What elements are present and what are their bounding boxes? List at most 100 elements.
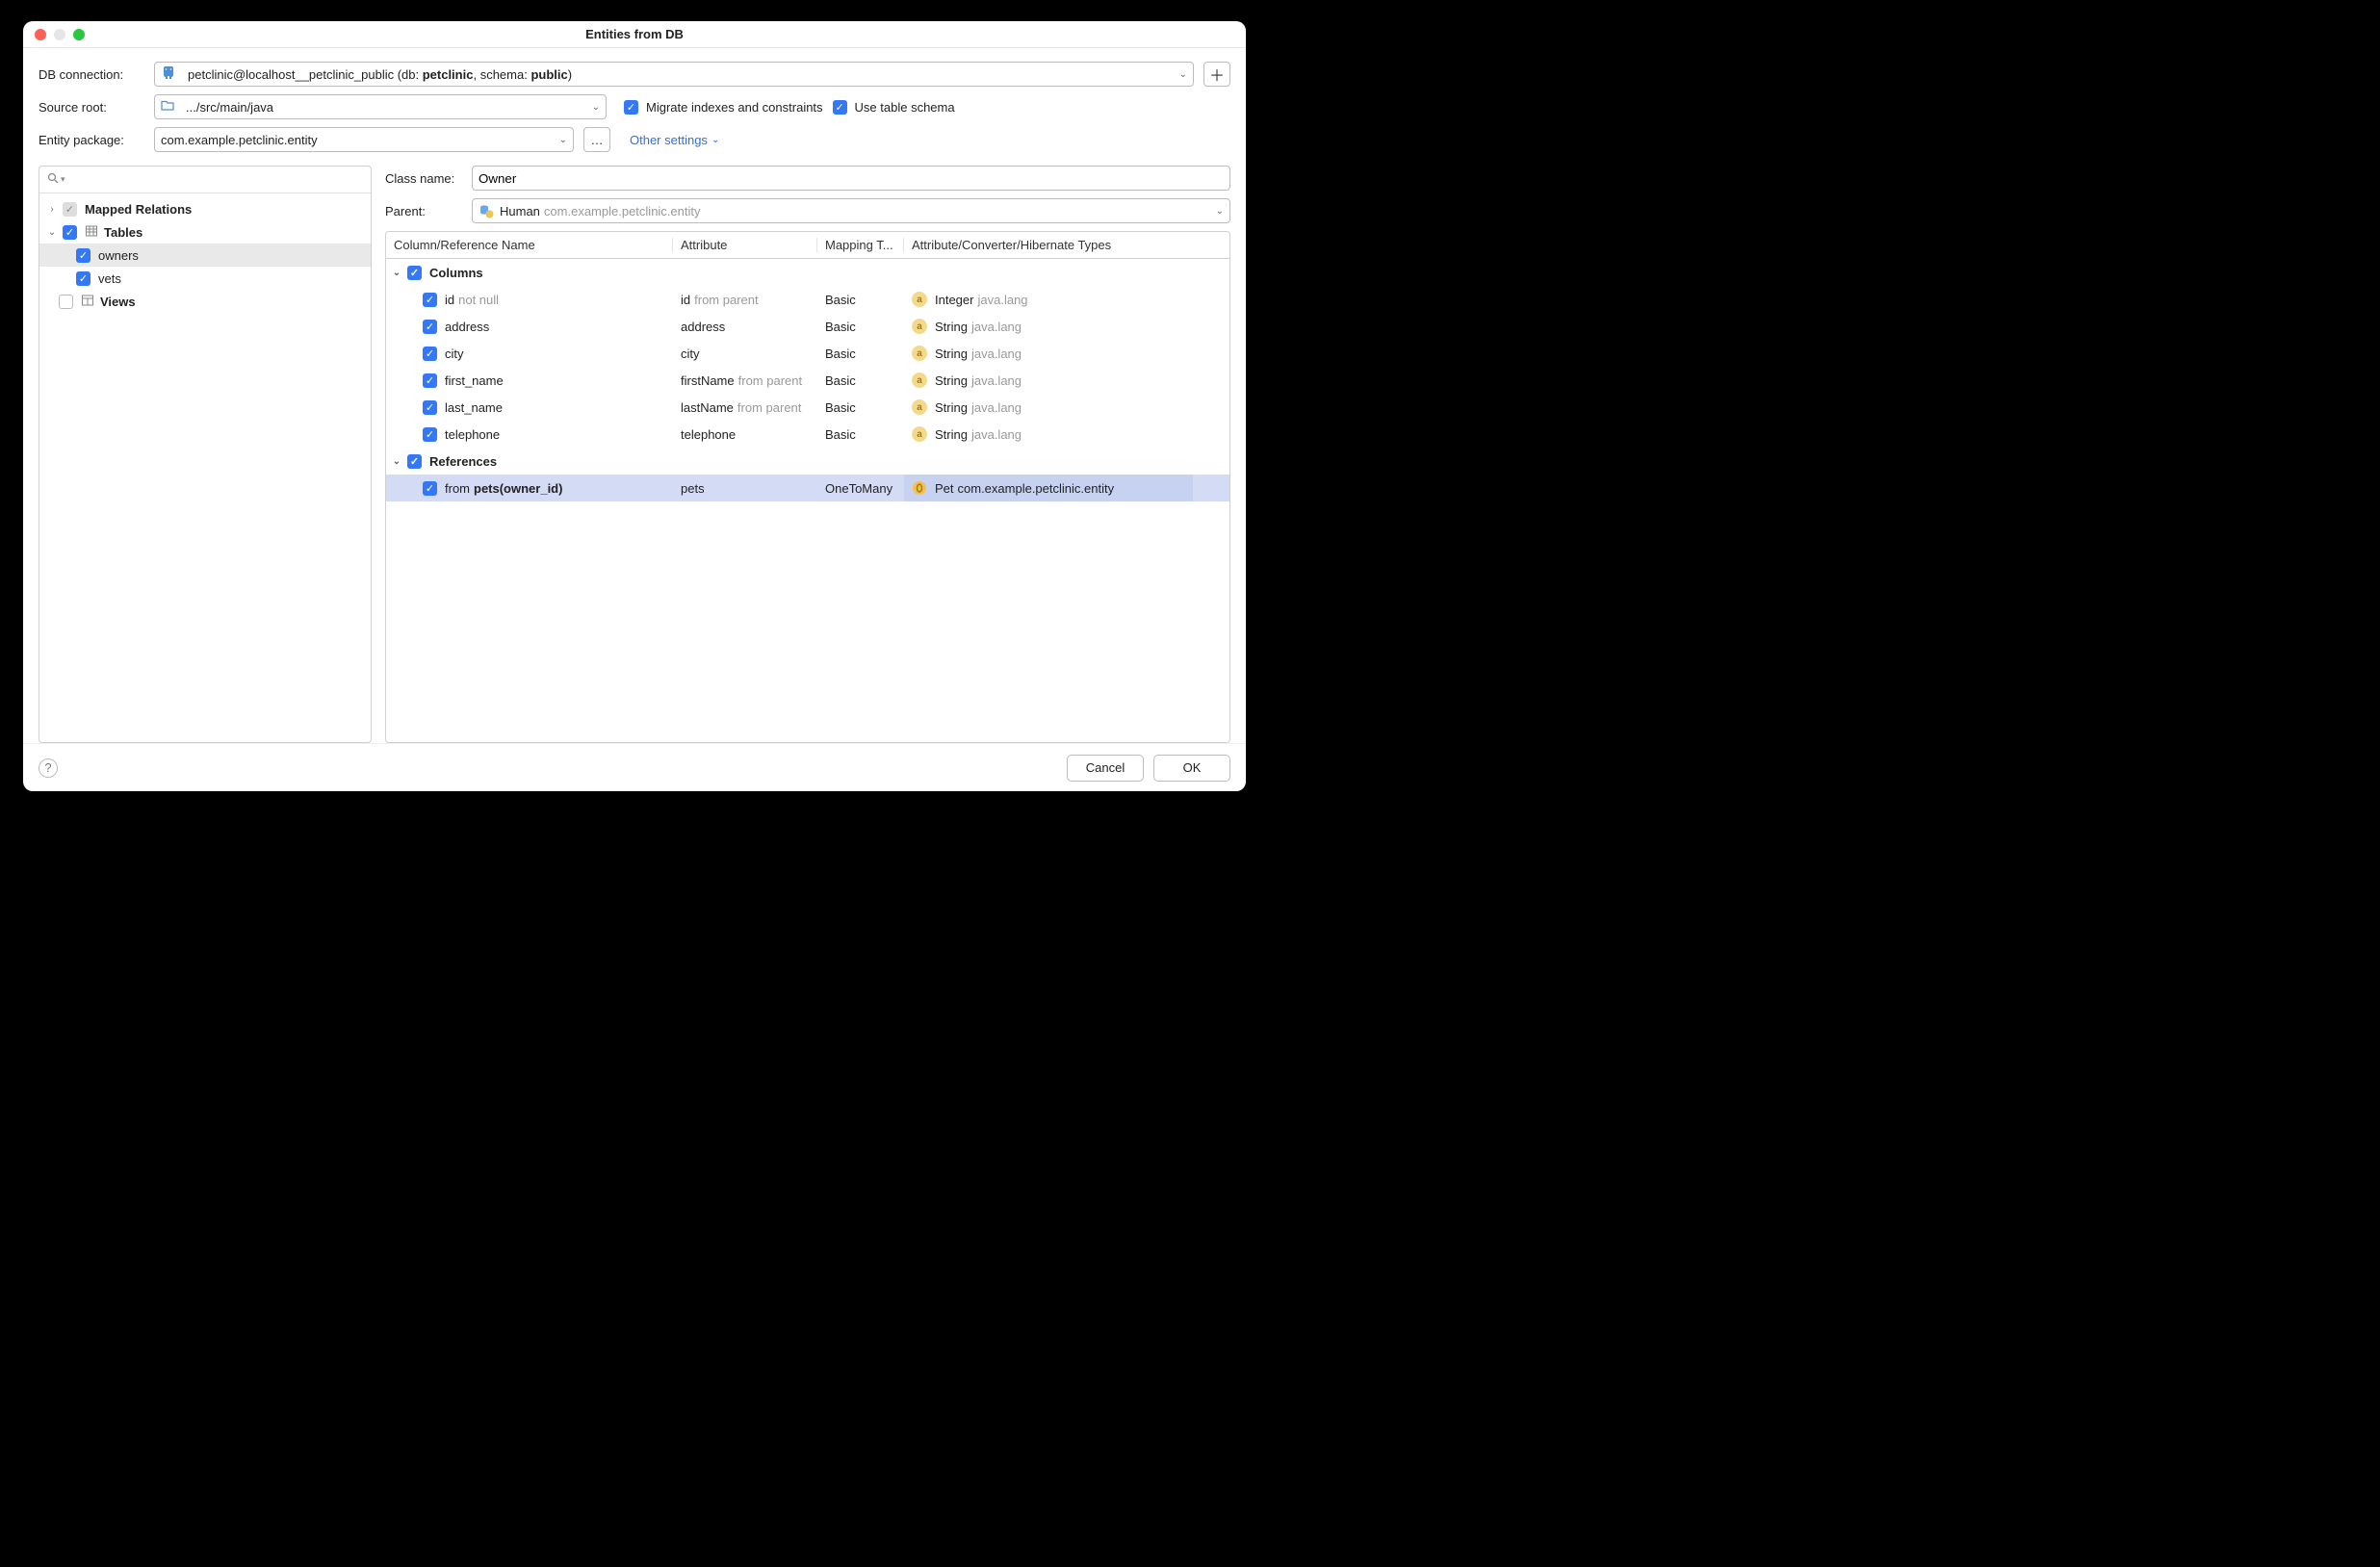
- chevron-down-icon: ⌄: [711, 135, 719, 145]
- add-connection-button[interactable]: ＋: [1203, 62, 1230, 87]
- tree-label: Tables: [104, 225, 142, 240]
- tree: › ✓ Mapped Relations ⌄ ✓ Tables ✓: [39, 193, 371, 742]
- plus-icon: ＋: [1209, 63, 1225, 86]
- checkbox-use-table-schema-label: Use table schema: [855, 100, 955, 115]
- tree-node-vets[interactable]: ✓ vets: [39, 267, 371, 290]
- check-icon[interactable]: ✓: [423, 293, 437, 307]
- entity-package-browse-button[interactable]: …: [583, 127, 610, 152]
- check-icon[interactable]: ✓: [423, 347, 437, 361]
- grid-row[interactable]: ✓ last_name lastName from parent Basic a…: [386, 394, 1229, 421]
- entity-package-text: com.example.petclinic.entity: [161, 133, 318, 147]
- section-references[interactable]: ⌄ ✓ References: [386, 448, 1229, 475]
- chevron-right-icon: ›: [45, 204, 59, 215]
- tree-label: owners: [98, 248, 139, 263]
- tree-node-views[interactable]: Views: [39, 290, 371, 313]
- other-settings-link[interactable]: Other settings ⌄: [630, 133, 719, 147]
- grid-row-reference[interactable]: ✓ from pets(owner_id) pets OneToMany Pet…: [386, 475, 1229, 501]
- checkbox-migrate[interactable]: ✓ Migrate indexes and constraints: [624, 100, 823, 115]
- section-columns[interactable]: ⌄ ✓ Columns: [386, 259, 1229, 286]
- check-icon[interactable]: ✓: [423, 427, 437, 442]
- close-icon[interactable]: [35, 29, 46, 40]
- chevron-down-icon: ⌄: [559, 135, 567, 145]
- db-connection-select[interactable]: petclinic@localhost__petclinic_public (d…: [154, 62, 1194, 87]
- parent-pkg: com.example.petclinic.entity: [544, 204, 701, 218]
- row-db-connection: DB connection: petclinic@localhost__petc…: [39, 62, 1230, 87]
- checkbox-use-table-schema[interactable]: ✓ Use table schema: [833, 100, 955, 115]
- search-icon: [47, 172, 60, 188]
- ellipsis-icon: …: [591, 133, 604, 147]
- chevron-down-icon: ⌄: [1216, 206, 1224, 217]
- tree-label: Views: [100, 295, 136, 309]
- tree-search-input[interactable]: ▾: [39, 167, 371, 193]
- header-col1[interactable]: Column/Reference Name: [386, 238, 673, 252]
- chevron-down-icon: ⌄: [45, 227, 59, 238]
- tree-node-owners[interactable]: ✓ owners: [39, 244, 371, 267]
- check-icon[interactable]: ✓: [407, 454, 422, 469]
- header-col3[interactable]: Mapping T...: [817, 238, 904, 252]
- row-parent: Parent: Human com.example.petclinic.enti…: [385, 198, 1230, 223]
- parent-select[interactable]: Human com.example.petclinic.entity ⌄: [472, 198, 1230, 223]
- db-class-icon: [479, 203, 500, 218]
- content: DB connection: petclinic@localhost__petc…: [23, 48, 1246, 743]
- check-icon: ✓: [76, 271, 91, 286]
- traffic-lights: [23, 29, 85, 40]
- chevron-down-icon: ▾: [61, 174, 65, 185]
- grid-row[interactable]: ✓ city city Basic a String java.lang: [386, 340, 1229, 367]
- row-entity-package: Entity package: com.example.petclinic.en…: [39, 127, 1230, 152]
- checkbox-migrate-label: Migrate indexes and constraints: [646, 100, 823, 115]
- section-label: Columns: [429, 266, 483, 280]
- other-settings-label: Other settings: [630, 133, 708, 147]
- tables-icon: [85, 224, 98, 241]
- cancel-button[interactable]: Cancel: [1067, 755, 1144, 782]
- folder-icon: [161, 99, 180, 116]
- check-icon: ✓: [76, 248, 91, 263]
- check-icon[interactable]: ✓: [423, 481, 437, 496]
- tree-node-tables[interactable]: ⌄ ✓ Tables: [39, 220, 371, 244]
- header-col4[interactable]: Attribute/Converter/Hibernate Types: [904, 238, 1193, 252]
- row-source-root: Source root: .../src/main/java ⌄ ✓ Migra…: [39, 94, 1230, 119]
- grid-header: Column/Reference Name Attribute Mapping …: [386, 232, 1229, 259]
- grid-row[interactable]: ✓ telephone telephone Basic a String jav…: [386, 421, 1229, 448]
- maximize-icon[interactable]: [73, 29, 85, 40]
- check-icon: ✓: [624, 100, 638, 115]
- grid-row[interactable]: ✓ first_name firstName from parent Basic…: [386, 367, 1229, 394]
- check-icon[interactable]: ✓: [423, 320, 437, 334]
- help-button[interactable]: ?: [39, 758, 58, 778]
- help-icon: ?: [44, 760, 51, 775]
- right-panel: Class name: Parent: Human com.example.pe…: [385, 166, 1230, 743]
- class-name-input[interactable]: [472, 166, 1230, 191]
- source-root-select[interactable]: .../src/main/java ⌄: [154, 94, 607, 119]
- db-elephant-icon: [161, 65, 182, 84]
- window-title: Entities from DB: [23, 27, 1246, 41]
- chevron-down-icon: ⌄: [592, 102, 600, 113]
- tree-node-mapped-relations[interactable]: › ✓ Mapped Relations: [39, 197, 371, 220]
- header-col2[interactable]: Attribute: [673, 238, 817, 252]
- grid-row[interactable]: ✓ id not null id from parent Basic a Int…: [386, 286, 1229, 313]
- label-class-name: Class name:: [385, 171, 464, 186]
- check-icon[interactable]: ✓: [423, 400, 437, 415]
- check-icon[interactable]: ✓: [407, 266, 422, 280]
- source-root-text: .../src/main/java: [186, 100, 273, 115]
- dialog-window: Entities from DB DB connection: petclini…: [23, 21, 1246, 791]
- footer: ? Cancel OK: [23, 743, 1246, 791]
- minimize-icon: [54, 29, 65, 40]
- section-label: References: [429, 454, 497, 469]
- grid-row[interactable]: ✓ address address Basic a String java.la…: [386, 313, 1229, 340]
- label-entity-package: Entity package:: [39, 133, 144, 147]
- row-class-name: Class name:: [385, 166, 1230, 191]
- views-icon: [81, 294, 94, 310]
- attribute-type-icon: a: [912, 372, 927, 388]
- titlebar: Entities from DB: [23, 21, 1246, 48]
- db-connection-text: petclinic@localhost__petclinic_public (d…: [188, 67, 572, 82]
- chevron-down-icon: ⌄: [390, 268, 403, 278]
- label-db-connection: DB connection:: [39, 67, 144, 82]
- check-icon[interactable]: ✓: [423, 373, 437, 388]
- attributes-grid: Column/Reference Name Attribute Mapping …: [385, 231, 1230, 743]
- chevron-down-icon: ⌄: [1179, 69, 1187, 80]
- attribute-type-icon: a: [912, 426, 927, 442]
- ok-button[interactable]: OK: [1153, 755, 1230, 782]
- tree-label: vets: [98, 271, 121, 286]
- left-tree-panel: ▾ › ✓ Mapped Relations ⌄ ✓ Tables: [39, 166, 372, 743]
- check-icon: ✓: [63, 225, 77, 240]
- entity-package-select[interactable]: com.example.petclinic.entity ⌄: [154, 127, 574, 152]
